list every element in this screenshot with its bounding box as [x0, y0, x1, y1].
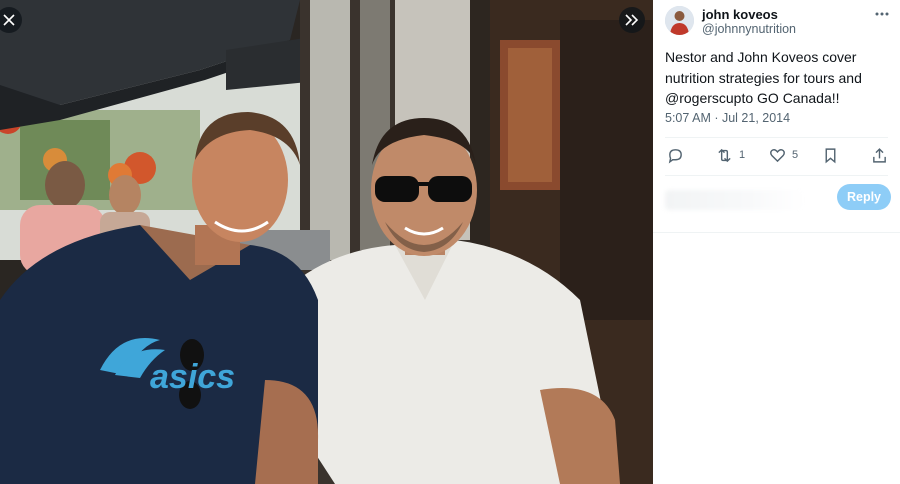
shirt-logo-text: asics: [150, 358, 235, 396]
bookmark-icon: [825, 147, 836, 163]
post-text: Nestor and John Koveos cover nutrition s…: [665, 49, 862, 106]
post-photo: asics: [0, 0, 653, 484]
media-viewer: asics: [0, 0, 653, 484]
avatar[interactable]: [665, 6, 694, 35]
post-detail-panel: john koveos @johnnynutrition Nestor and …: [653, 0, 900, 484]
heart-icon: [770, 148, 785, 162]
divider: [665, 137, 888, 138]
share-icon: [873, 147, 886, 163]
divider: [665, 175, 888, 176]
more-icon: [875, 12, 889, 16]
bookmark-action[interactable]: [822, 144, 839, 166]
action-bar: 1 5: [665, 144, 895, 166]
post-timestamp[interactable]: 5:07 AM · Jul 21, 2014: [665, 111, 790, 125]
user-handle[interactable]: @johnnynutrition: [702, 22, 796, 36]
display-name[interactable]: john koveos: [702, 7, 778, 22]
retweet-count: 1: [739, 149, 746, 161]
like-action[interactable]: 5: [769, 144, 798, 166]
more-button[interactable]: [871, 6, 893, 22]
retweet-action[interactable]: 1: [716, 144, 745, 166]
divider: [653, 232, 900, 233]
reply-input[interactable]: [665, 184, 825, 214]
expand-icon: [625, 14, 639, 26]
reply-action[interactable]: [667, 144, 690, 166]
retweet-icon: [718, 148, 731, 162]
author-row: john koveos @johnnynutrition: [665, 6, 893, 40]
expand-button[interactable]: [619, 7, 645, 33]
share-action[interactable]: [871, 144, 888, 166]
reply-placeholder: [665, 190, 805, 210]
like-count: 5: [792, 149, 799, 161]
reply-button[interactable]: Reply: [837, 184, 891, 210]
close-icon: [3, 14, 15, 26]
reply-icon: [668, 148, 682, 164]
